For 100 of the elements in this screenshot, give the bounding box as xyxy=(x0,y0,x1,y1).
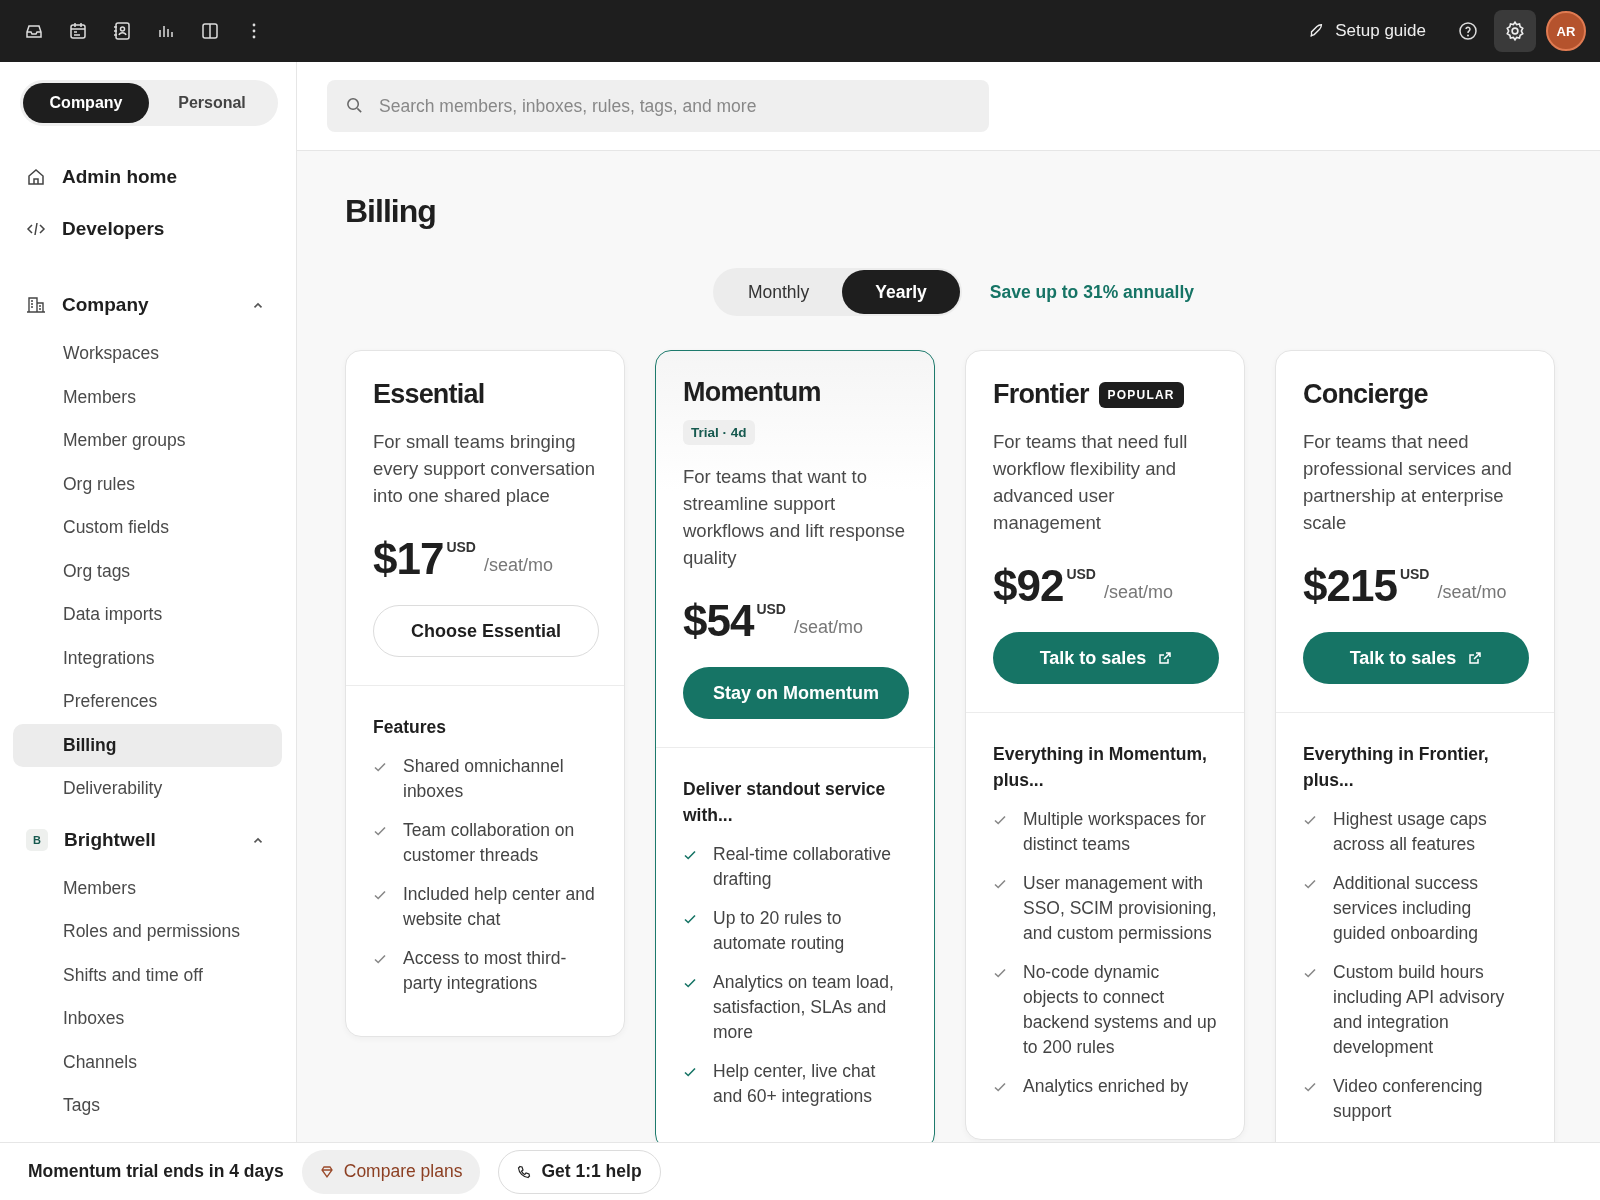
plan-button[interactable]: Choose Essential xyxy=(373,605,599,657)
scope-tab[interactable]: Company xyxy=(23,83,149,123)
check-icon xyxy=(1303,813,1317,827)
plan-name: Concierge xyxy=(1303,379,1428,410)
feature-text: Up to 20 rules to automate routing xyxy=(713,907,846,955)
plan-button[interactable]: Stay on Momentum xyxy=(683,667,909,719)
sidebar-item[interactable]: Billing xyxy=(13,723,282,767)
feature-text: Highest usage caps across all features xyxy=(1333,808,1488,856)
sidebar-item[interactable]: Roles and permissions xyxy=(13,910,282,954)
section-label: Brightwell xyxy=(64,828,157,851)
plan-description: For small teams bringing every support conversation into one shared place xyxy=(373,430,597,508)
sidebar-section-header[interactable]: Company xyxy=(13,290,282,320)
period-tab[interactable]: Yearly xyxy=(842,270,960,314)
check-icon xyxy=(373,760,387,774)
sidebar-item[interactable]: Preferences xyxy=(13,680,282,724)
sidebar-item[interactable]: Deliverability xyxy=(13,767,282,811)
plan-button[interactable]: Talk to sales xyxy=(993,632,1219,684)
user-avatar[interactable]: AR xyxy=(1546,11,1586,51)
plan-price: $54 xyxy=(683,597,754,645)
currency-label: USD xyxy=(1066,566,1096,582)
plan-description: For teams that need professional services and partnership at enterprise scale xyxy=(1303,430,1513,535)
features-heading: Features xyxy=(373,716,447,739)
sidebar-item[interactable]: Workspaces xyxy=(13,332,282,376)
scope-tab[interactable]: Personal xyxy=(149,83,275,123)
contact-book-icon[interactable] xyxy=(112,21,132,41)
sidebar-item[interactable]: Channels xyxy=(13,1040,282,1084)
currency-label: USD xyxy=(446,539,476,555)
sidebar-item[interactable]: Inboxes xyxy=(13,997,282,1041)
check-icon xyxy=(683,1065,697,1079)
check-icon xyxy=(683,912,697,926)
currency-label: USD xyxy=(1399,566,1430,582)
check-icon xyxy=(683,976,697,990)
check-icon xyxy=(1303,877,1317,891)
check-icon xyxy=(373,824,387,838)
check-icon xyxy=(993,877,1007,891)
feature-text: Shared omnichannel inboxes xyxy=(403,755,565,803)
plan-name: Frontier xyxy=(993,379,1089,410)
feature-text: Analytics on team load, satisfaction, SLAs and more xyxy=(713,971,895,1044)
period-tab[interactable]: Monthly xyxy=(714,270,843,314)
sidebar-item[interactable]: Custom fields xyxy=(13,506,282,550)
sidebar-section-header[interactable]: B Brightwell xyxy=(13,824,282,855)
sidebar-item[interactable]: Member groups xyxy=(13,419,282,463)
currency-label: USD xyxy=(756,601,786,617)
panel-icon[interactable] xyxy=(200,21,220,41)
settings-button[interactable] xyxy=(1494,10,1536,52)
feature-text: User management with SSO, SCIM provisioning, and custom permissions xyxy=(1023,872,1217,945)
sidebar-item[interactable]: Org rules xyxy=(13,462,282,506)
feature-text: Access to most third-party integrations xyxy=(403,947,568,995)
feature-text: Help center, live chat and 60+ integrations xyxy=(713,1060,877,1108)
sidebar-item[interactable]: Tags xyxy=(13,1084,282,1128)
feature-text: Video conferencing support xyxy=(1333,1075,1484,1123)
check-icon xyxy=(1303,966,1317,980)
feature-text: Multiple workspaces for distinct teams xyxy=(1023,808,1207,856)
home-icon xyxy=(26,167,46,187)
check-icon xyxy=(373,952,387,966)
plan-price: $215 xyxy=(1303,562,1397,610)
check-icon xyxy=(993,813,1007,827)
workspace-badge: B xyxy=(26,828,48,851)
sidebar-item[interactable]: Org tags xyxy=(13,549,282,593)
sidebar-item[interactable]: Data imports xyxy=(13,593,282,637)
setup-guide-button[interactable]: Setup guide xyxy=(1307,21,1426,41)
savings-note: Save up to 31% annually xyxy=(989,281,1195,303)
trial-badge: Trial · 4d xyxy=(683,420,755,445)
price-unit: /seat/mo xyxy=(484,555,553,576)
gem-icon xyxy=(319,1164,334,1179)
price-unit: /seat/mo xyxy=(794,617,863,638)
sidebar-item[interactable]: Integrations xyxy=(13,636,282,680)
calendar-icon[interactable] xyxy=(68,21,88,41)
feature-text: Analytics enriched by xyxy=(1023,1075,1189,1098)
sidebar-item[interactable]: Shifts and time off xyxy=(13,953,282,997)
features-heading: Everything in Momentum, plus... xyxy=(993,743,1208,792)
help-button[interactable]: Get 1:1 help xyxy=(498,1149,661,1194)
feature-text: Additional success services including guided onboarding xyxy=(1333,872,1479,945)
check-icon xyxy=(683,848,697,862)
plan-price: $92 xyxy=(993,562,1064,610)
features-heading: Everything in Frontier, plus... xyxy=(1303,743,1490,792)
search-icon xyxy=(345,96,364,115)
compare-plans-button[interactable]: Compare plans xyxy=(301,1149,481,1194)
check-icon xyxy=(993,966,1007,980)
sidebar-link[interactable]: Admin home xyxy=(13,166,282,188)
help-icon[interactable] xyxy=(1458,21,1478,41)
price-unit: /seat/mo xyxy=(1437,582,1507,603)
plan-button[interactable]: Talk to sales xyxy=(1303,632,1529,684)
building-icon xyxy=(26,295,46,315)
popular-badge: POPULAR xyxy=(1098,381,1184,408)
section-label: Company xyxy=(62,294,150,316)
feature-text: Custom build hours including API advisory and integration development xyxy=(1333,961,1506,1059)
search-field[interactable]: Search members, inboxes, rules, tags, and more xyxy=(327,80,989,132)
sidebar-item[interactable]: Members xyxy=(13,375,282,419)
trial-notice: Momentum trial ends in 4 days xyxy=(28,1161,284,1182)
check-icon xyxy=(1303,1080,1317,1094)
page-title: Billing xyxy=(345,193,437,230)
plan-name: Essential xyxy=(373,379,485,410)
price-unit: /seat/mo xyxy=(1104,582,1173,603)
sidebar-item[interactable]: Members xyxy=(13,866,282,910)
feature-text: Team collaboration on customer threads xyxy=(403,819,576,867)
plan-name: Momentum xyxy=(683,377,821,408)
sidebar-link[interactable]: Developers xyxy=(13,218,282,240)
feature-text: Real-time collaborative drafting xyxy=(713,843,892,891)
features-heading: Deliver standout service with... xyxy=(683,778,887,827)
